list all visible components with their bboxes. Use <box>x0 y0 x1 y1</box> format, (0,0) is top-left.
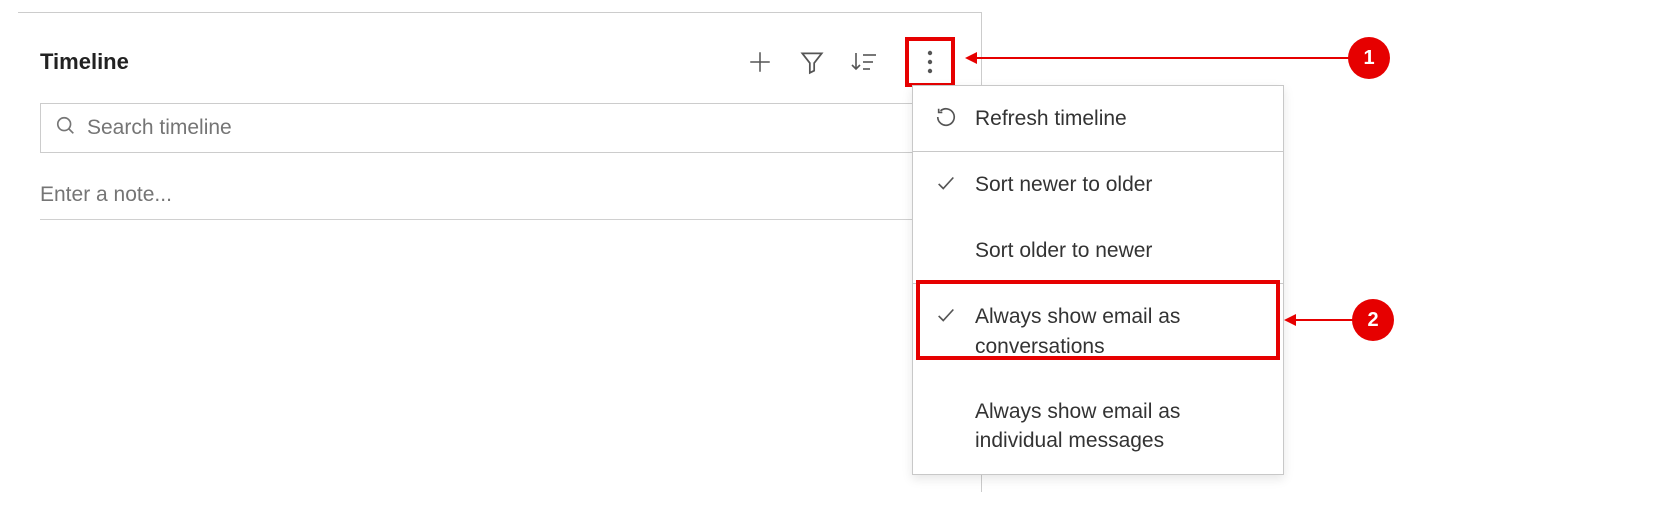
annotation-line-1 <box>975 57 1353 59</box>
note-input[interactable] <box>40 179 918 220</box>
more-commands-button[interactable] <box>905 37 955 87</box>
annotation-badge-1: 1 <box>1348 37 1390 79</box>
annotation-line-2 <box>1294 319 1356 321</box>
menu-label: Refresh timeline <box>975 104 1127 133</box>
dropdown-section-email: Always show email as conversations Alway… <box>913 284 1283 474</box>
annotation-badge-2: 2 <box>1352 299 1394 341</box>
menu-item-refresh[interactable]: Refresh timeline <box>913 86 1283 151</box>
annotation-number: 1 <box>1363 47 1374 70</box>
search-box[interactable] <box>40 103 955 153</box>
menu-item-email-conversations[interactable]: Always show email as conversations <box>913 284 1283 379</box>
menu-label: Always show email as conversations <box>975 302 1263 361</box>
panel-header: Timeline <box>40 37 955 87</box>
checkmark-icon <box>933 172 959 194</box>
menu-item-sort-newer[interactable]: Sort newer to older <box>913 152 1283 217</box>
search-input[interactable] <box>87 116 940 140</box>
search-icon <box>55 115 77 142</box>
panel-title: Timeline <box>40 49 129 75</box>
dropdown-section-refresh: Refresh timeline <box>913 86 1283 152</box>
filter-button[interactable] <box>797 47 827 77</box>
menu-item-sort-older[interactable]: Sort older to newer <box>913 218 1283 283</box>
filter-icon <box>799 49 825 75</box>
more-dropdown: Refresh timeline Sort newer to older Sor… <box>912 85 1284 475</box>
menu-label: Sort newer to older <box>975 170 1152 199</box>
menu-label: Always show email as individual messages <box>975 397 1263 456</box>
timeline-panel: Timeline <box>18 12 982 492</box>
checkmark-icon <box>933 304 959 326</box>
toolbar <box>745 37 955 87</box>
annotation-number: 2 <box>1367 309 1378 332</box>
sort-icon <box>850 49 878 75</box>
sort-button[interactable] <box>849 47 879 77</box>
add-button[interactable] <box>745 47 775 77</box>
refresh-icon <box>933 106 959 128</box>
dropdown-section-sort: Sort newer to older Sort older to newer <box>913 152 1283 284</box>
menu-item-email-individual[interactable]: Always show email as individual messages <box>913 379 1283 474</box>
menu-label: Sort older to newer <box>975 236 1152 265</box>
plus-icon <box>747 49 773 75</box>
more-vertical-icon <box>927 49 933 75</box>
